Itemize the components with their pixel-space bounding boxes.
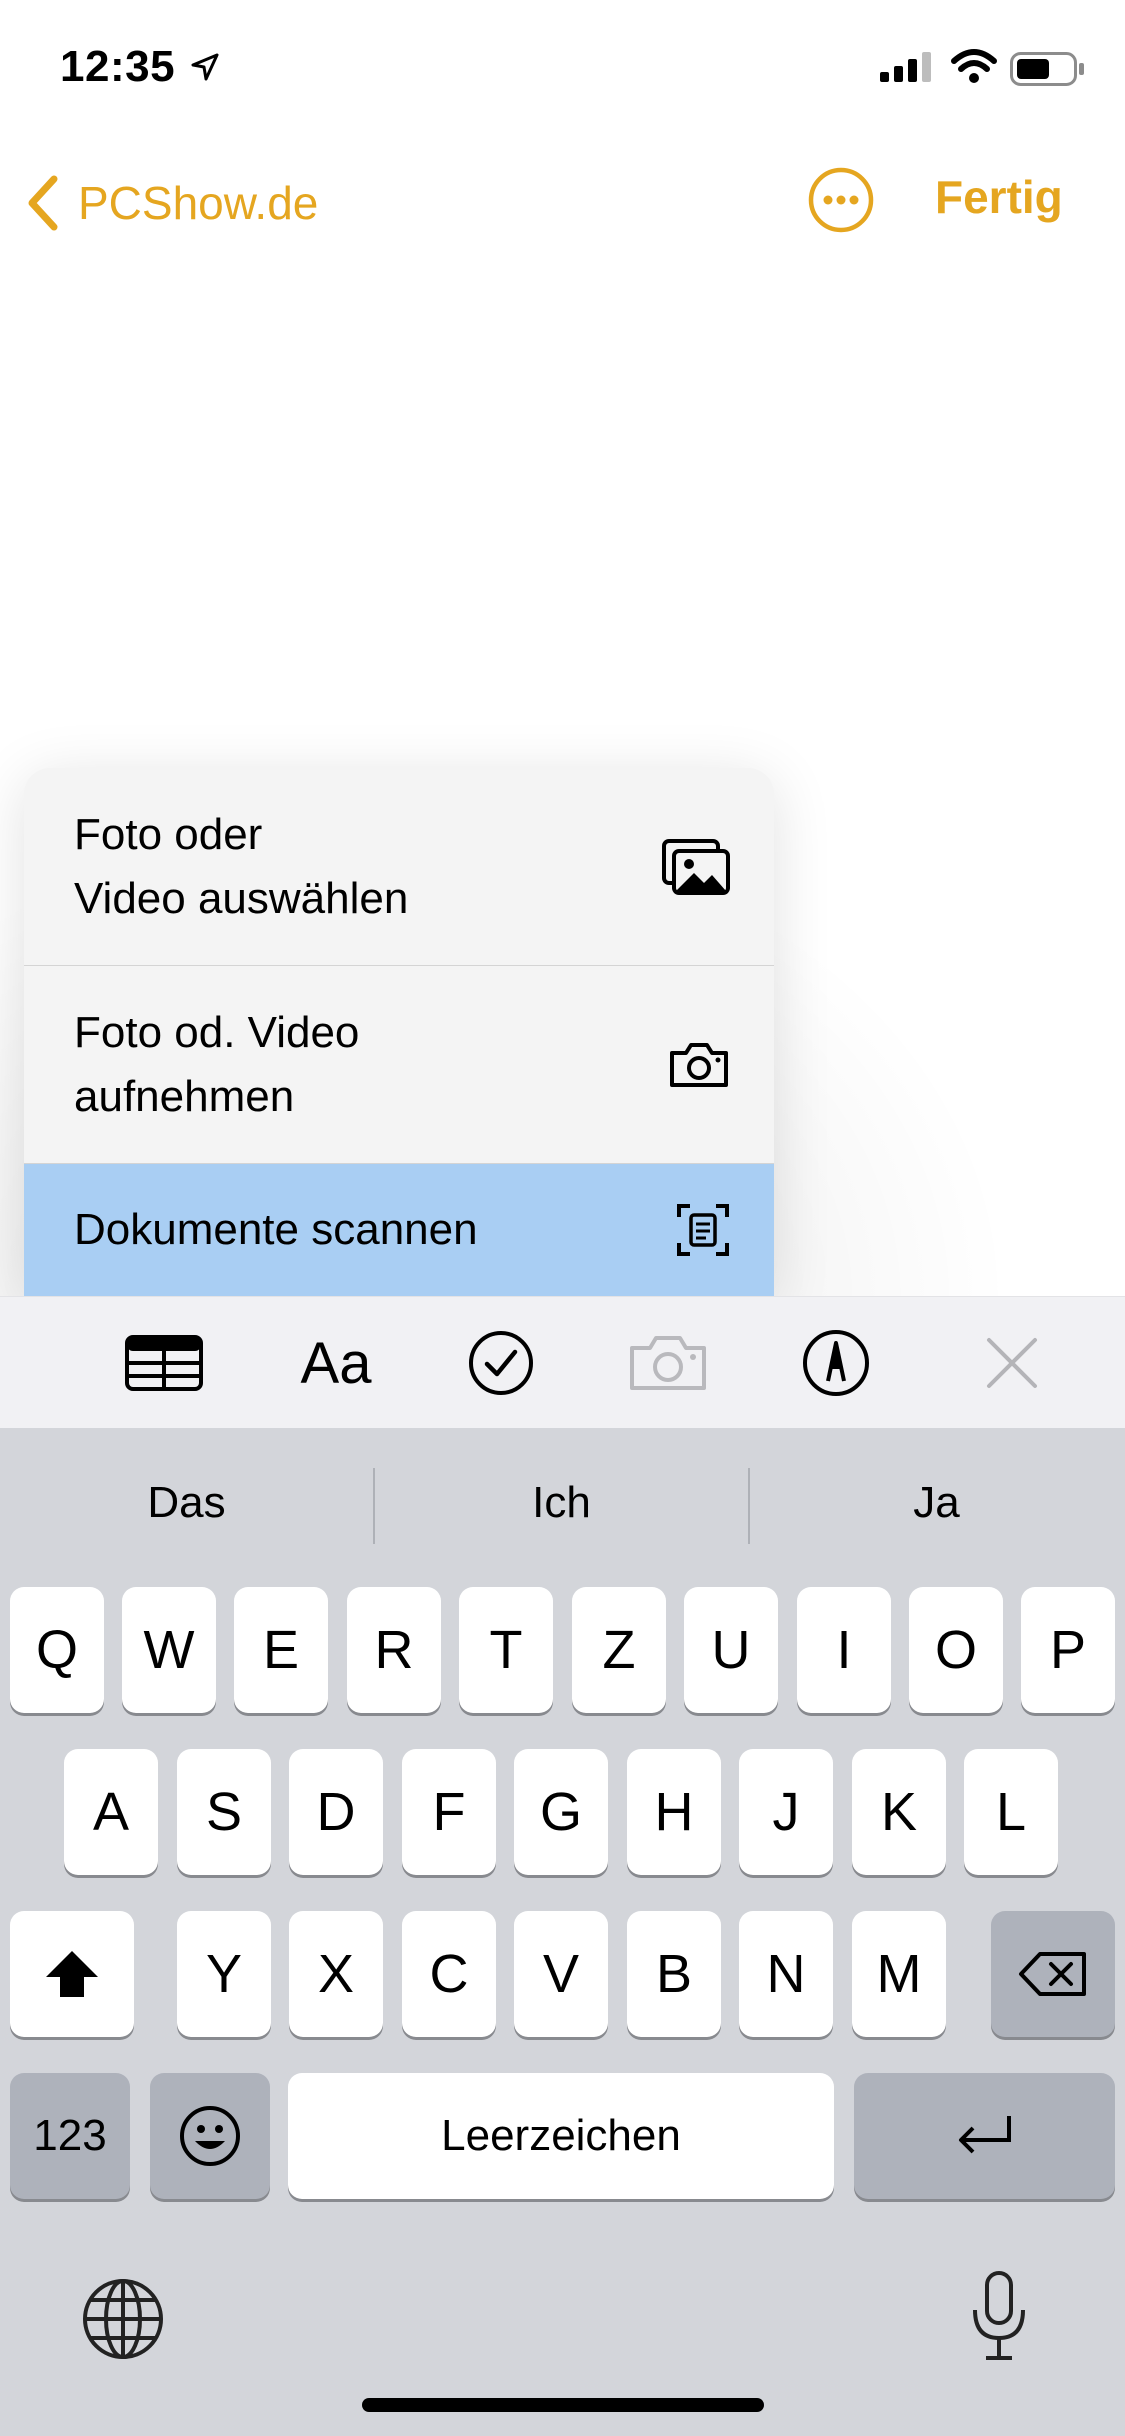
done-button[interactable]: Fertig [935,170,1063,224]
menu-item-label: Foto oder Video auswählen [74,809,409,923]
cellular-signal-icon [880,52,931,82]
camera-icon [630,1336,706,1390]
key-o[interactable]: O [909,1587,1003,1713]
key-m[interactable]: M [852,1911,946,2037]
key-a[interactable]: A [64,1749,158,1875]
key-n[interactable]: N [739,1911,833,2037]
keyboard: Das Ich Ja Q W E R T Z U I O P A S D F G… [0,1428,1125,2436]
key-t[interactable]: T [459,1587,553,1713]
menu-item-label: Dokumente scannen [74,1205,478,1254]
microphone-icon[interactable] [970,2270,1028,2362]
key-y[interactable]: Y [177,1911,271,2037]
close-toolbar-button[interactable] [966,1317,1058,1409]
table-button[interactable] [118,1317,210,1409]
return-icon [958,2116,1011,2154]
key-i[interactable]: I [797,1587,891,1713]
key-r[interactable]: R [347,1587,441,1713]
text-format-button[interactable]: Aa [290,1317,382,1409]
menu-item-label: Foto od. Video aufnehmen [74,1007,360,1121]
key-f[interactable]: F [402,1749,496,1875]
space-key[interactable]: Leerzeichen [288,2073,834,2199]
key-h[interactable]: H [627,1749,721,1875]
back-button[interactable]: PCShow.de [24,168,318,238]
suggestion-das[interactable]: Das [0,1428,373,1578]
checklist-icon [469,1331,533,1395]
key-b[interactable]: B [627,1911,721,2037]
key-j[interactable]: J [739,1749,833,1875]
markup-button[interactable] [790,1317,882,1409]
table-icon [125,1335,203,1391]
attachment-menu: Foto oder Video auswählen Foto od. Video… [24,768,774,1296]
key-d[interactable]: D [289,1749,383,1875]
key-c[interactable]: C [402,1911,496,2037]
format-toolbar: Aa [0,1296,1125,1429]
key-x[interactable]: X [289,1911,383,2037]
key-l[interactable]: L [964,1749,1058,1875]
battery-icon [1010,52,1084,86]
shift-icon [46,1951,98,1997]
chevron-left-icon [28,175,58,231]
emoji-icon [180,2106,240,2166]
key-q[interactable]: Q [10,1587,104,1713]
markup-icon [803,1330,869,1396]
camera-icon [670,1042,728,1087]
delete-key[interactable] [991,1911,1115,2037]
key-s[interactable]: S [177,1749,271,1875]
key-w[interactable]: W [122,1587,216,1713]
wifi-icon [951,49,997,83]
key-e[interactable]: E [234,1587,328,1713]
key-u[interactable]: U [684,1587,778,1713]
key-v[interactable]: V [514,1911,608,2037]
checklist-button[interactable] [455,1317,547,1409]
key-g[interactable]: G [514,1749,608,1875]
shift-key[interactable] [10,1911,134,2037]
key-z[interactable]: Z [572,1587,666,1713]
back-label: PCShow.de [78,177,319,229]
photo-library-icon [662,838,730,895]
globe-icon[interactable] [82,2278,164,2360]
camera-button[interactable] [622,1317,714,1409]
delete-backspace-icon [1019,1952,1086,1996]
key-k[interactable]: K [852,1749,946,1875]
document-scan-icon [677,1204,729,1256]
suggestion-ja[interactable]: Ja [750,1428,1123,1578]
suggestion-ich[interactable]: Ich [375,1428,748,1578]
numbers-key[interactable]: 123 [10,2073,130,2199]
location-arrow-icon [191,53,219,81]
key-p[interactable]: P [1021,1587,1115,1713]
menu-item-take-photo-video[interactable]: Foto od. Video aufnehmen [24,966,774,1164]
predictive-suggestions: Das Ich Ja [0,1428,1125,1578]
menu-item-scan-documents[interactable]: Dokumente scannen [24,1164,774,1296]
menu-item-choose-photo-video[interactable]: Foto oder Video auswählen [24,768,774,966]
emoji-key[interactable] [150,2073,270,2199]
return-key[interactable] [854,2073,1115,2199]
status-time: 12:35 [60,42,176,91]
more-options-button[interactable] [807,166,875,234]
close-icon [987,1338,1037,1388]
home-indicator[interactable] [362,2398,764,2412]
